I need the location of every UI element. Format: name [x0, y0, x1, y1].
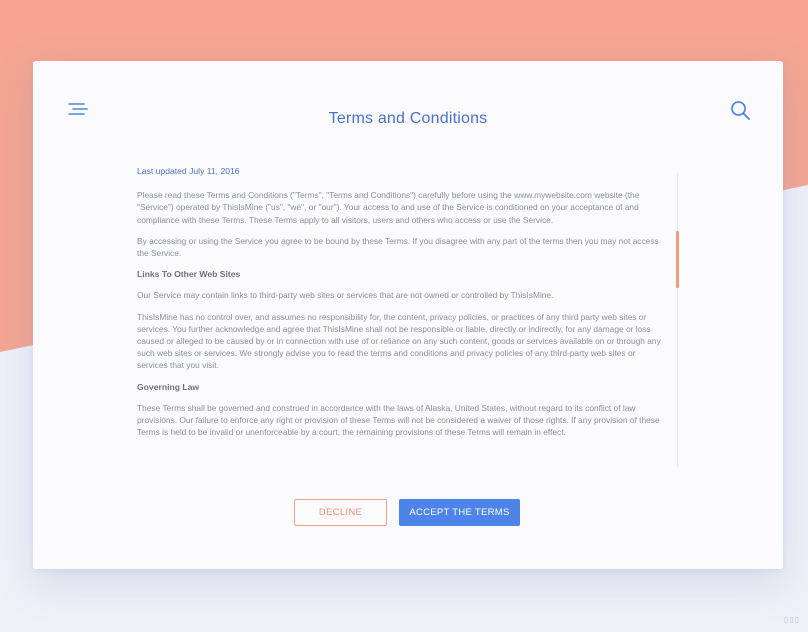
section-heading-governing-law: Governing Law	[137, 381, 200, 392]
terms-paragraph: Please read these Terms and Conditions (…	[137, 190, 640, 225]
scrollbar-track[interactable]	[677, 173, 678, 467]
terms-paragraph: Our Service may contain links to third-p…	[137, 290, 554, 301]
decline-button[interactable]: DECLINE	[294, 499, 387, 526]
terms-content[interactable]: Last updated July 11, 2016 Please read t…	[137, 165, 661, 465]
last-updated-date: Last updated July 11, 2016	[137, 166, 240, 176]
terms-dialog: Terms and Conditions Last updated July 1…	[33, 61, 783, 569]
search-icon	[731, 101, 750, 120]
terms-paragraph: By accessing or using the Service you ag…	[137, 235, 659, 259]
terms-paragraph: These Terms shall be governed and constr…	[137, 402, 660, 438]
search-button[interactable]	[729, 99, 753, 123]
scrollbar-thumb[interactable]	[676, 231, 679, 288]
accept-terms-button[interactable]: ACCEPT THE TERMS	[399, 499, 520, 526]
terms-paragraph: ThisIsMine has no control over, and assu…	[137, 311, 661, 371]
section-heading-links: Links To Other Web Sites	[137, 269, 241, 280]
corner-watermark: ▯▯▯	[784, 615, 801, 624]
page-title: Terms and Conditions	[328, 110, 488, 127]
